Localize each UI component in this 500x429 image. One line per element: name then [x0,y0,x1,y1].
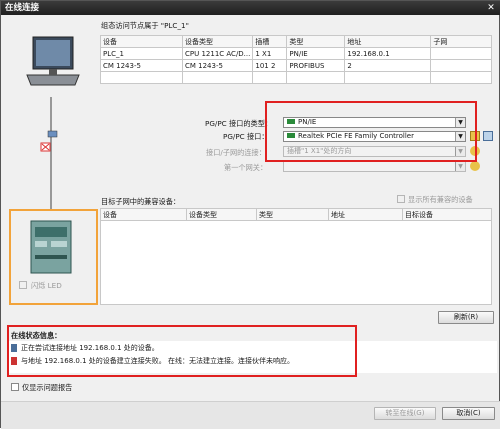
subnet-label: 接口/子网的连接： [206,148,266,157]
col-address: 地址 [344,35,432,48]
col-device: 设备 [100,35,183,48]
pgpc-type-label: PG/PC 接口的类型： [205,119,273,128]
col-subnet: 子网 [430,35,492,48]
devices-list-area[interactable] [100,221,492,305]
window-title: 在线连接 [5,3,40,13]
gateway-select: ▼ [283,161,466,172]
refresh-button[interactable]: 刷新(R) [438,311,494,324]
chevron-down-icon: ▼ [455,162,465,171]
cancel-button[interactable]: 取消(C) [442,407,495,420]
pgpc-iface-label: PG/PC 接口： [223,132,269,141]
devices-table: 设备 设备类型 类型 地址 目标设备 [100,208,492,221]
col-type: 类型 [256,208,329,221]
status-highlight [7,325,357,377]
devices-caption: 目标子网中的兼容设备： [101,197,181,206]
goto-online-button: 转至在线(G) [374,407,436,420]
title-bar: 在线连接 ✕ [1,1,500,15]
plc-highlight [9,209,98,305]
show-all-checkbox[interactable] [397,195,405,203]
show-all-label: 显示所有兼容的设备 [408,195,473,204]
col-device-type: 设备类型 [186,208,257,221]
close-icon[interactable]: ✕ [483,2,499,14]
col-type: 类型 [286,35,346,48]
col-device: 设备 [100,208,187,221]
errors-only-checkbox[interactable] [11,383,19,391]
online-connection-dialog: 在线连接 ✕ 闪烁 LED 组态访问节点属于 "PLC_1" 设备 设备类型 插… [0,0,500,429]
pgpc-highlight [265,101,477,162]
table-row[interactable]: PLC_1 CPU 1211C AC/D... 1 X1 PN/IE 192.1… [100,47,492,60]
gateway-label: 第一个网关： [224,163,268,172]
col-address: 地址 [328,208,403,221]
col-device-type: 设备类型 [181,35,254,48]
target-table-caption: 组态访问节点属于 "PLC_1" [101,21,189,30]
errors-only-label: 仅显示问题报告 [22,383,73,392]
target-table: 设备 设备类型 插槽 类型 地址 子网 PLC_1 CPU 1211C AC/D… [100,35,492,84]
diagnostics-icon[interactable] [483,131,493,141]
table-row[interactable]: CM 1243-5 CM 1243-5 101 2 PROFIBUS 2 [100,59,492,72]
col-slot: 插槽 [252,35,288,48]
gateway-status-icon [470,161,480,171]
col-target: 目标设备 [402,208,492,221]
